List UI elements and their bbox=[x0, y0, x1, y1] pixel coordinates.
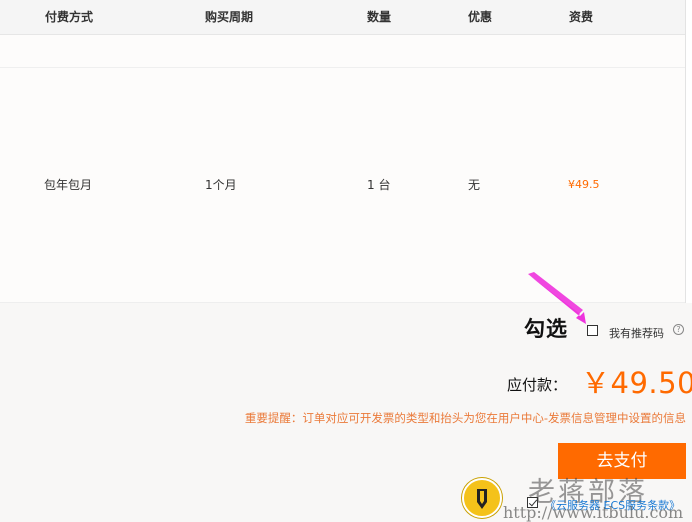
header-price: 资费 bbox=[569, 10, 594, 24]
referral-label[interactable]: 我有推荐码 bbox=[609, 325, 664, 341]
cell-pay-method: 包年包月 bbox=[44, 178, 93, 192]
arrow-shaft bbox=[528, 272, 583, 315]
total-amount: ￥49.50 bbox=[581, 366, 692, 400]
header-discount: 优惠 bbox=[468, 10, 493, 24]
total-label: 应付款： bbox=[507, 376, 568, 394]
pen-logo-svg bbox=[477, 489, 487, 509]
cell-quantity: 1 台 bbox=[367, 178, 391, 192]
annotation-label: 勾选 bbox=[524, 317, 568, 341]
checkout-page: 付费方式 购买周期 数量 优惠 资费 包年包月 1个月 1 台 无 ¥49.5 … bbox=[0, 0, 692, 522]
referral-checkbox[interactable] bbox=[587, 325, 598, 336]
watermark-url: http://www.itbulu.com bbox=[503, 503, 684, 522]
table-header: 付费方式 购买周期 数量 优惠 资费 bbox=[0, 0, 686, 35]
header-pay-method: 付费方式 bbox=[45, 10, 94, 24]
cell-discount: 无 bbox=[468, 178, 481, 192]
cell-period: 1个月 bbox=[205, 178, 237, 192]
cell-price: ¥49.5 bbox=[568, 178, 600, 191]
table-spacer-row bbox=[0, 35, 686, 68]
invoice-notice: 重要提醒：订单对应可开发票的类型和抬头为您在用户中心-发票信息管理中设置的信息 bbox=[244, 411, 686, 425]
pen-logo-icon bbox=[462, 478, 502, 518]
scrollbar-track[interactable] bbox=[685, 0, 692, 303]
question-icon[interactable]: ? bbox=[673, 324, 684, 335]
header-quantity: 数量 bbox=[367, 10, 392, 24]
header-period: 购买周期 bbox=[205, 10, 254, 24]
